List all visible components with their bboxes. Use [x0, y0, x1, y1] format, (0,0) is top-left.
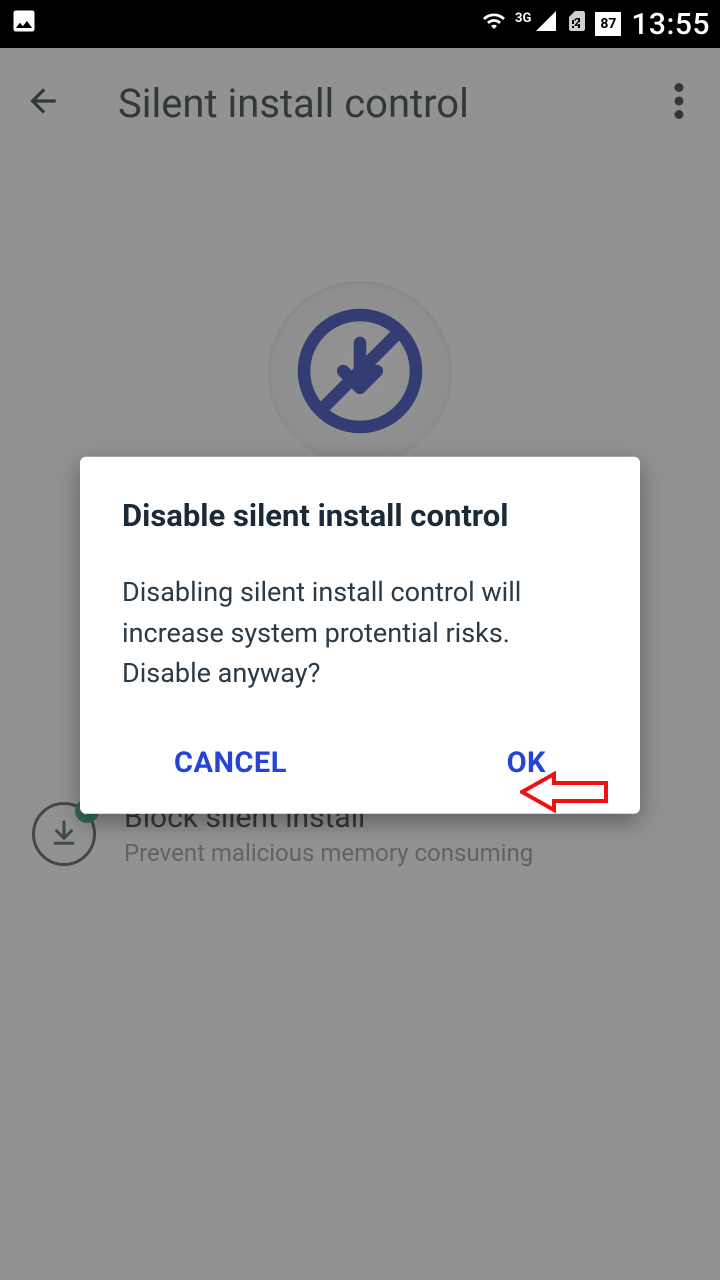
status-clock: 13:55 — [631, 7, 710, 42]
sim-icon: 2 — [565, 8, 589, 40]
dialog-message: Disabling silent install control will in… — [122, 572, 598, 694]
dialog-title: Disable silent install control — [122, 497, 598, 534]
status-bar: 3G 2 87 13:55 — [0, 0, 720, 48]
wifi-icon — [479, 9, 509, 39]
gallery-icon — [10, 7, 38, 41]
signal-icon — [533, 9, 559, 39]
svg-text:2: 2 — [574, 16, 580, 29]
battery-icon: 87 — [595, 12, 621, 36]
cancel-button[interactable]: CANCEL — [174, 745, 287, 779]
battery-percent: 87 — [600, 17, 616, 31]
ok-button[interactable]: OK — [507, 745, 546, 779]
dialog-actions: CANCEL OK — [122, 745, 598, 787]
network-type-label: 3G — [515, 11, 531, 26]
confirm-dialog: Disable silent install control Disabling… — [80, 457, 640, 814]
